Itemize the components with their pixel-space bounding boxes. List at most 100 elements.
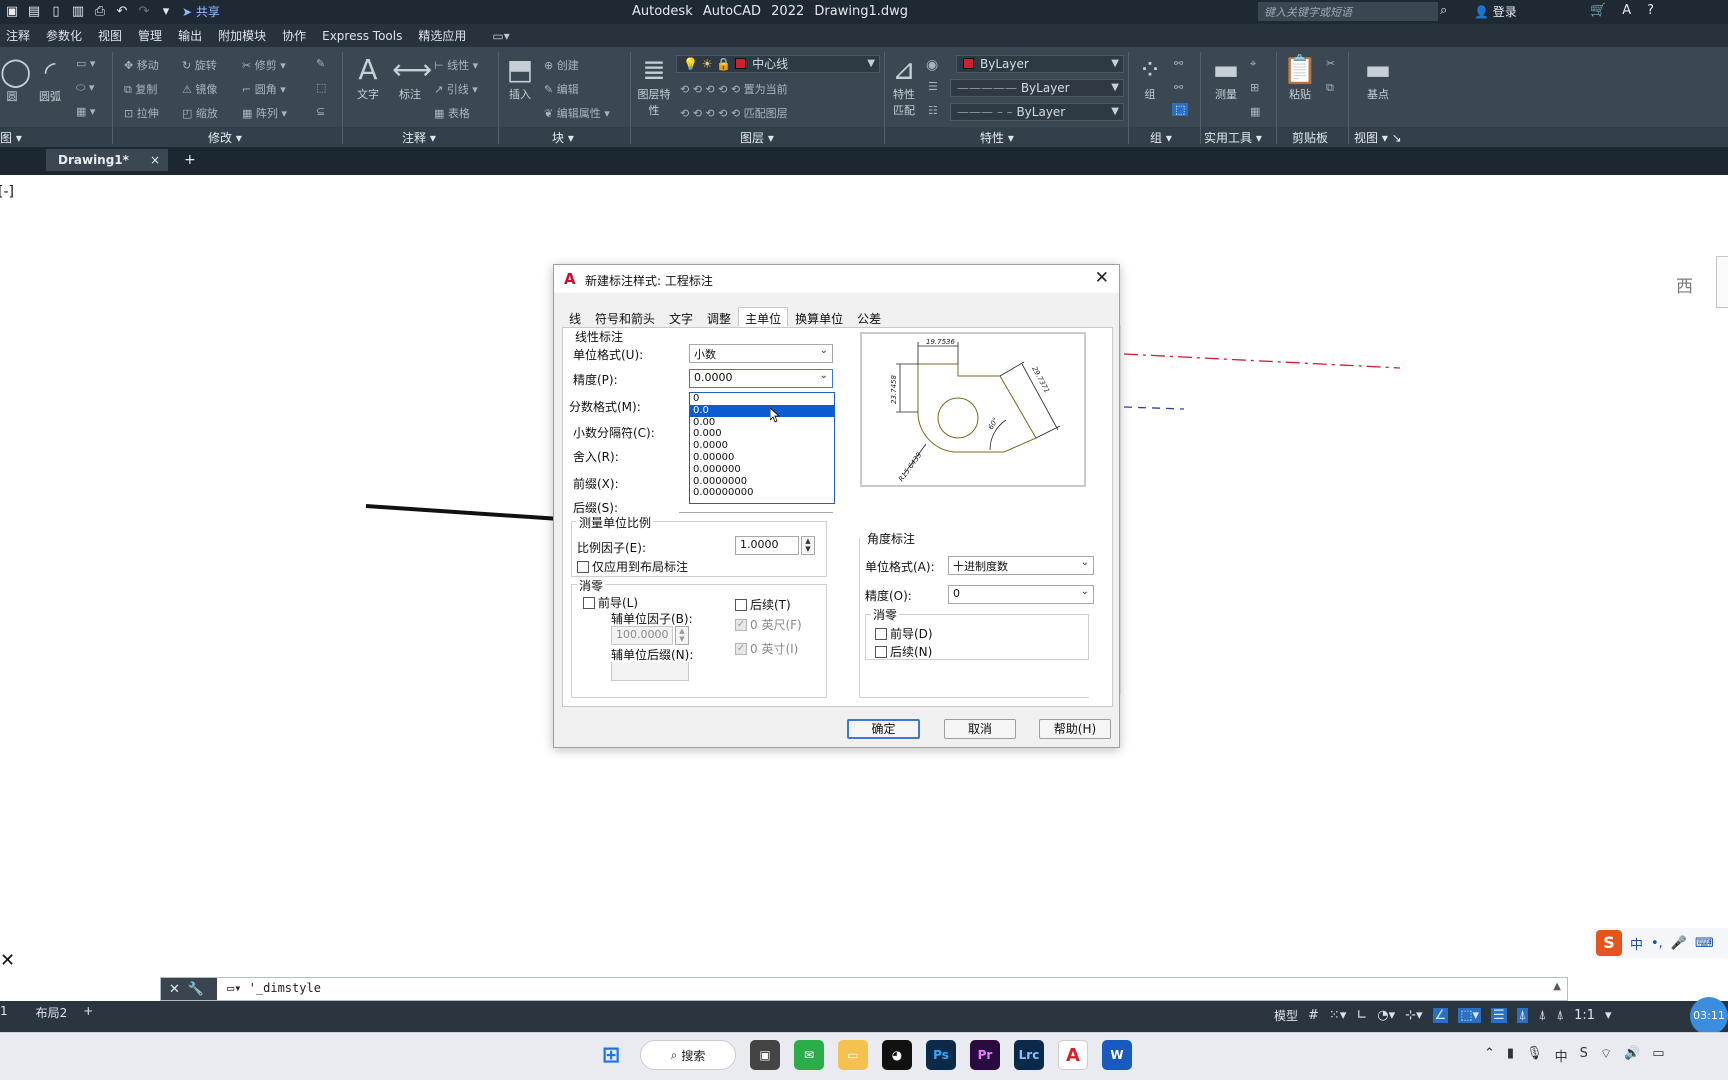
calculator-icon[interactable]: ▦ <box>1250 105 1260 118</box>
hatch-tool[interactable]: ▦ ▾ <box>76 105 95 118</box>
scale-button[interactable]: 1:1 <box>1574 1008 1595 1023</box>
fillet-tool[interactable]: ⌐ 圆角 ▾ <box>242 81 286 97</box>
angular-unit-select[interactable]: 十进制度数 ⌄ <box>948 556 1094 575</box>
save-as-icon[interactable]: ▤ <box>26 4 42 20</box>
linetype-dropdown[interactable]: ——— – – ByLayer ▼ <box>950 103 1124 121</box>
file-explorer-icon[interactable]: ▭ <box>838 1040 868 1070</box>
text-tool[interactable]: A 文字 <box>350 54 386 102</box>
color-dropdown[interactable]: ByLayer ▼ <box>956 55 1124 73</box>
color-wheel-icon[interactable]: ◉ <box>926 57 938 73</box>
layer-dropdown[interactable]: 💡 ☀ 🔒 中心线 ▼ <box>676 55 880 73</box>
table-tool[interactable]: ▦ 表格 <box>434 105 470 121</box>
scale-tool[interactable]: ◰ 缩放 <box>182 105 218 121</box>
leading-zero-checkbox[interactable]: 前导(L) <box>583 594 638 611</box>
sub-unit-factor-spinner[interactable]: ▲ ▼ <box>675 626 689 645</box>
layout-only-checkbox[interactable]: 仅应用到布局标注 <box>577 558 688 575</box>
menu-item-collaborate[interactable]: 协作 <box>282 27 306 44</box>
autodesk-icon[interactable]: A <box>1622 3 1631 18</box>
feet-checkbox[interactable]: ✓ 0 英尺(F) <box>735 616 802 633</box>
panel-title-annotation[interactable]: 注释 ▾ <box>402 129 436 146</box>
grid-icon[interactable]: # <box>1308 1008 1319 1023</box>
panel-title-block[interactable]: 块 ▾ <box>552 129 574 146</box>
ellipse-tool[interactable]: ⬭ ▾ <box>76 81 94 95</box>
angular-trailing-checkbox[interactable]: 后续(N) <box>875 643 932 660</box>
panel-title-group[interactable]: 组 ▾ <box>1150 129 1172 146</box>
scale-factor-spinner[interactable]: ▲ ▼ <box>801 536 815 555</box>
stretch-tool[interactable]: ⊡ 拉伸 <box>124 105 159 121</box>
search-icon[interactable]: ⌕ <box>1440 3 1447 18</box>
quick-select-icon[interactable]: ⌖ <box>1250 57 1256 71</box>
move-tool[interactable]: ✥ 移动 <box>124 57 159 73</box>
close-icon[interactable]: × <box>150 153 160 167</box>
unit-format-select[interactable]: 小数 ⌄ <box>689 344 833 363</box>
panel-title-utilities[interactable]: 实用工具 ▾ <box>1204 129 1262 146</box>
circle-tool[interactable]: ◯ 圆 <box>0 56 31 104</box>
ribbon-toggle-icon[interactable]: ▭▾ <box>492 29 509 43</box>
tab-symbols-arrows[interactable]: 符号和箭头 <box>588 307 662 327</box>
otrack-icon[interactable]: ∠ <box>1432 1008 1449 1023</box>
help-button[interactable]: 帮助(H) <box>1039 719 1111 739</box>
navigation-bar[interactable] <box>1716 256 1728 308</box>
redo-icon[interactable]: ↷ <box>136 4 152 20</box>
precision-select[interactable]: 0.0000 ⌄ <box>689 369 833 388</box>
command-input[interactable]: ▭▾ '_dimstyle <box>227 981 321 995</box>
qq-icon[interactable]: ◕ <box>882 1040 912 1070</box>
battery-icon[interactable]: ▭ <box>1652 1046 1664 1065</box>
menu-item-annotate[interactable]: 注释 <box>6 27 30 44</box>
precision-option[interactable]: 0.0000000 <box>690 476 834 488</box>
help-icon[interactable]: ? <box>1647 3 1654 18</box>
precision-option[interactable]: 0.000 <box>690 428 834 440</box>
settings-dropdown-icon[interactable]: ▾ <box>1605 1008 1612 1023</box>
ime-toolbar[interactable]: S 中 •, 🎤 ⌨ <box>1592 928 1728 958</box>
ime-tray-icon[interactable]: 中 <box>1555 1046 1568 1065</box>
panel-title-layers[interactable]: 图层 ▾ <box>740 129 774 146</box>
tab-tolerances[interactable]: 公差 <box>850 307 888 327</box>
menu-item-output[interactable]: 输出 <box>178 27 202 44</box>
group-tool[interactable]: ⁘ 组 <box>1132 54 1168 102</box>
wrench-icon[interactable]: 🔧 <box>188 982 204 997</box>
create-block-tool[interactable]: ⊕ 创建 <box>544 57 579 73</box>
command-line[interactable]: ✕ 🔧 ▭▾ '_dimstyle ▲ <box>160 977 1568 1001</box>
osnap-icon[interactable]: ⊹▾ <box>1405 1008 1422 1023</box>
lineweight-dropdown[interactable]: ————— ByLayer ▼ <box>950 79 1124 97</box>
tab-primary-units[interactable]: 主单位 <box>738 307 789 327</box>
precision-option[interactable]: 0.00000 <box>690 452 834 464</box>
rectangle-tool[interactable]: ▭ ▾ <box>76 57 95 70</box>
close-icon[interactable]: ✕ <box>0 950 15 971</box>
cart-icon[interactable]: 🛒 <box>1590 3 1606 18</box>
menu-item-express-tools[interactable]: Express Tools <box>322 29 402 43</box>
panel-title-draw[interactable]: 图 ▾ <box>0 129 22 146</box>
photoshop-icon[interactable]: Ps <box>926 1040 956 1070</box>
precision-option[interactable]: 0 <box>690 393 834 405</box>
trailing-zero-checkbox[interactable]: 后续(T) <box>735 596 791 613</box>
wechat-icon[interactable]: ✉ <box>794 1040 824 1070</box>
annotation-scale-icon[interactable]: ⍋ <box>1538 1008 1546 1023</box>
precision-option[interactable]: 0.00 <box>690 417 834 429</box>
annotation-monitor-icon[interactable]: ⍋ <box>1556 1008 1564 1023</box>
search-input[interactable]: 键入关键字或短语 <box>1258 2 1438 21</box>
selection-cycling-icon[interactable]: ⬚▾ <box>1458 1008 1482 1023</box>
ime-language[interactable]: 中 <box>1630 934 1643 953</box>
polar-icon[interactable]: ◔▾ <box>1377 1008 1395 1023</box>
new-icon[interactable]: ▯ <box>48 4 64 20</box>
angular-precision-select[interactable]: 0 ⌄ <box>948 585 1094 604</box>
undo-icon[interactable]: ↶ <box>114 4 130 20</box>
tab-alternate-units[interactable]: 换算单位 <box>788 307 850 327</box>
sub-unit-factor-input[interactable]: 100.0000 <box>611 626 673 645</box>
chevron-up-icon[interactable]: ⌃ <box>1484 1046 1495 1065</box>
viewport-controls[interactable]: [-][俯视][二维线框] <box>0 181 14 201</box>
close-icon[interactable]: ✕ <box>169 982 180 997</box>
edit-block-tool[interactable]: ✎ 编辑 <box>544 81 579 97</box>
share-button[interactable]: ➤ 共享 <box>182 3 220 20</box>
tab-lines[interactable]: 线 <box>562 307 588 327</box>
task-view-icon[interactable]: ▣ <box>750 1040 780 1070</box>
cancel-button[interactable]: 取消 <box>944 719 1016 739</box>
inches-checkbox[interactable]: ✓ 0 英寸(I) <box>735 640 798 657</box>
mirror-tool[interactable]: ⚠ 镜像 <box>182 81 217 97</box>
lineweight-toggle-icon[interactable]: ☰ <box>1491 1008 1507 1023</box>
scale-factor-input[interactable]: 1.0000 <box>735 536 799 555</box>
panel-title-clipboard[interactable]: 剪贴板 <box>1292 129 1328 146</box>
dimension-tool[interactable]: ⟷ 标注 <box>392 54 432 102</box>
word-icon[interactable]: W <box>1102 1040 1132 1070</box>
ungroup-icon[interactable]: ⚯ <box>1174 57 1183 70</box>
